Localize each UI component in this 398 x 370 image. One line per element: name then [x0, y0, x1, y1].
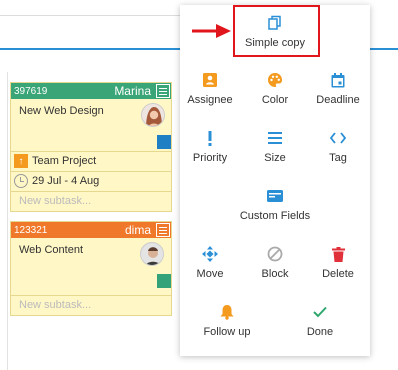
card-dates: 29 Jul - 4 Aug: [32, 175, 100, 187]
move-icon: [202, 246, 218, 262]
delete-button[interactable]: Delete: [308, 246, 368, 280]
exclamation-icon: [207, 130, 213, 146]
custom-fields-label: Custom Fields: [239, 210, 311, 222]
card-header: 123321 dima: [11, 222, 171, 238]
card-id: 123321: [14, 224, 48, 236]
card-icon: [267, 188, 283, 204]
new-subtask-input[interactable]: New subtask...: [11, 195, 91, 207]
assignee-button[interactable]: Assignee: [180, 72, 240, 106]
palette-icon: [267, 72, 283, 88]
arrow-up-icon: ↑: [14, 154, 28, 168]
trash-icon: [331, 246, 345, 262]
person-icon: [203, 72, 217, 88]
lines-icon: [268, 130, 282, 146]
code-icon: [330, 130, 346, 146]
card-color-square: [157, 135, 171, 149]
new-subtask-row[interactable]: New subtask...: [11, 191, 171, 210]
tag-button[interactable]: Tag: [308, 130, 368, 164]
card-action-menu: Simple copy Assignee Color Deadline Prio…: [180, 5, 370, 356]
move-label: Move: [196, 268, 224, 280]
card-dates-row: 29 Jul - 4 Aug: [11, 171, 171, 190]
clock-icon: [14, 174, 28, 188]
highlight-box: [233, 5, 320, 57]
task-card[interactable]: 123321 dima Web Content New subtask...: [10, 221, 172, 316]
new-subtask-input[interactable]: New subtask...: [11, 299, 91, 311]
custom-fields-button[interactable]: Custom Fields: [225, 188, 325, 222]
priority-button[interactable]: Priority: [180, 130, 240, 164]
card-menu-icon[interactable]: [156, 84, 170, 98]
card-header: 397619 Marina: [11, 83, 171, 99]
card-category-row: ↑ Team Project: [11, 151, 171, 170]
task-card[interactable]: 397619 Marina New Web Design ↑ Team Proj…: [10, 82, 172, 212]
card-owner: Marina: [114, 84, 151, 98]
column-border: [7, 72, 8, 370]
block-icon: [267, 246, 283, 262]
color-button[interactable]: Color: [245, 72, 305, 106]
tag-label: Tag: [329, 152, 347, 164]
check-icon: [313, 304, 327, 320]
avatar: [140, 242, 164, 266]
follow-up-button[interactable]: Follow up: [192, 304, 262, 338]
avatar: [141, 103, 165, 127]
color-label: Color: [261, 94, 289, 106]
card-id: 397619: [14, 85, 48, 97]
deadline-button[interactable]: Deadline: [308, 72, 368, 106]
follow-up-label: Follow up: [203, 326, 251, 338]
done-label: Done: [306, 326, 334, 338]
block-button[interactable]: Block: [245, 246, 305, 280]
size-button[interactable]: Size: [245, 130, 305, 164]
priority-label: Priority: [192, 152, 228, 164]
size-label: Size: [264, 152, 286, 164]
new-subtask-row[interactable]: New subtask...: [11, 295, 171, 314]
bell-icon: [220, 304, 234, 320]
calendar-icon: [331, 72, 345, 88]
red-arrow-icon: [192, 24, 231, 38]
delete-label: Delete: [322, 268, 354, 280]
card-category: Team Project: [32, 155, 97, 167]
card-color-square: [157, 274, 171, 288]
deadline-label: Deadline: [316, 94, 360, 106]
card-owner: dima: [124, 223, 151, 237]
move-button[interactable]: Move: [180, 246, 240, 280]
board-top-divider: [0, 15, 180, 16]
block-label: Block: [261, 268, 289, 280]
assignee-label: Assignee: [187, 94, 233, 106]
done-button[interactable]: Done: [290, 304, 350, 338]
card-menu-icon[interactable]: [156, 223, 170, 237]
